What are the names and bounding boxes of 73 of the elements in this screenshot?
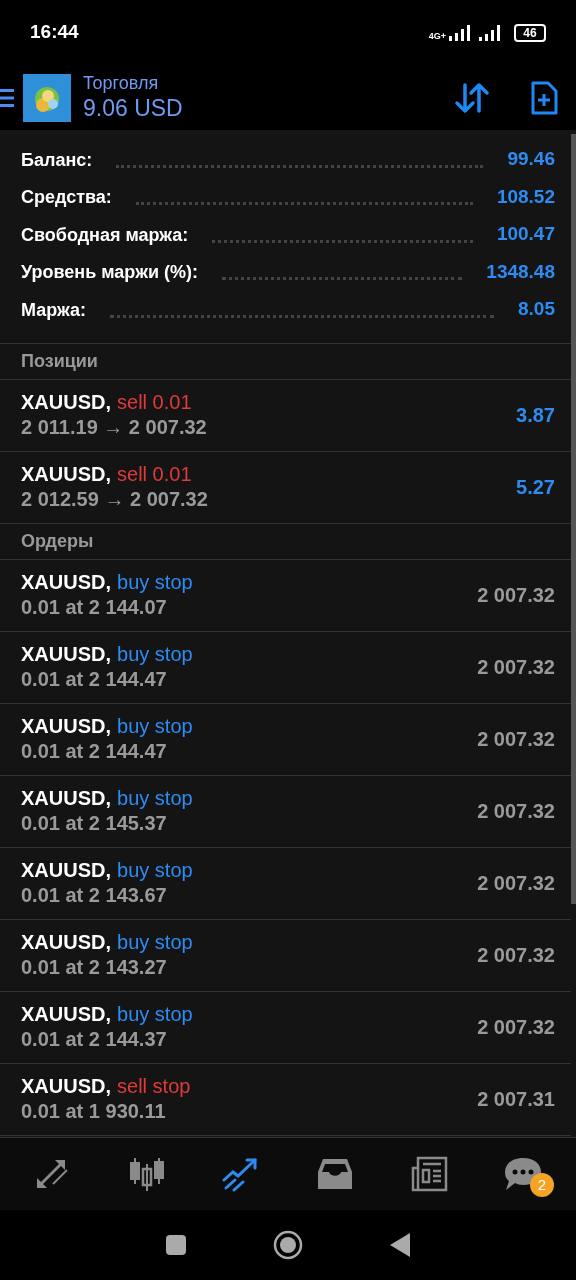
home-icon[interactable] <box>273 1230 303 1260</box>
summary-label: Маржа: <box>21 298 86 322</box>
price-detail: 0.01 at 2 143.27 <box>21 955 168 980</box>
order-type: buy stop <box>117 642 193 667</box>
current-price: 2 007.32 <box>477 727 555 752</box>
header-title: Торговля <box>83 71 160 95</box>
trade-row[interactable]: XAUUSD, sell stop 0.01 at 1 930.11 2 007.31 <box>0 1063 571 1136</box>
symbol-label: XAUUSD, <box>21 642 111 667</box>
summary-label: Средства: <box>21 186 112 209</box>
summary-value: 100.47 <box>496 222 555 246</box>
current-price: 2 007.32 <box>477 799 555 824</box>
section-header: Позиции <box>0 343 571 380</box>
price-detail: 0.01 at 2 145.37 <box>21 811 168 836</box>
current-price: 2 007.32 <box>477 1015 555 1040</box>
new-order-icon[interactable] <box>530 80 558 115</box>
price-detail: 0.01 at 1 930.11 <box>21 1099 167 1124</box>
recent-apps-icon[interactable] <box>165 1234 187 1256</box>
price-detail: 0.01 at 2 144.47 <box>21 739 168 764</box>
newspaper-icon[interactable] <box>409 1156 449 1192</box>
order-type: buy stop <box>117 858 193 883</box>
summary-label: Баланс: <box>21 148 93 172</box>
summary-value: 99.46 <box>507 147 555 171</box>
price-detail: 2 011.19 → 2 007.32 <box>21 415 208 440</box>
network-type: 4G+ <box>428 31 446 41</box>
symbol-label: XAUUSD, <box>21 1074 111 1099</box>
summary-value: 8.05 <box>518 297 555 321</box>
battery-level: 46 <box>514 23 546 42</box>
summary-label: Свободная маржа: <box>21 223 189 247</box>
summary-value: 1348.48 <box>486 259 555 284</box>
order-type: buy stop <box>117 570 193 595</box>
symbol-label: XAUUSD, <box>21 714 111 739</box>
symbol-label: XAUUSD, <box>21 786 111 811</box>
current-price: 2 007.32 <box>477 871 555 896</box>
order-type: buy stop <box>117 786 193 811</box>
order-type: buy stop <box>117 1002 193 1027</box>
price-detail: 0.01 at 2 144.37 <box>21 1027 168 1052</box>
trade-row[interactable]: XAUUSD, buy stop 0.01 at 2 143.67 2 007.32 <box>0 847 571 920</box>
price-detail: 0.01 at 2 144.07 <box>21 595 168 620</box>
order-type: buy stop <box>117 714 193 739</box>
order-type: sell 0.01 <box>117 462 192 487</box>
trade-row[interactable]: XAUUSD, buy stop 0.01 at 2 144.37 2 007.32 <box>0 991 571 1064</box>
section-header: Ордеры <box>0 523 571 560</box>
summary-label: Уровень маржи (%): <box>21 261 198 284</box>
notification-badge: 2 <box>530 1173 554 1197</box>
candlestick-icon[interactable] <box>127 1156 167 1192</box>
account-balance: 9.06 USD <box>83 94 183 124</box>
symbol-label: XAUUSD, <box>21 858 111 883</box>
summary-value: 108.52 <box>496 184 555 209</box>
app-logo <box>23 73 71 122</box>
inbox-icon[interactable] <box>315 1156 355 1192</box>
status-time: 16:44 <box>30 20 79 45</box>
symbol-label: XAUUSD, <box>21 570 111 595</box>
price-detail: 0.01 at 2 144.47 <box>21 667 168 692</box>
current-price: 2 007.32 <box>477 583 555 608</box>
current-price: 2 007.32 <box>477 943 555 968</box>
profit-value: 5.27 <box>516 475 555 500</box>
price-detail: 2 012.59 → 2 007.32 <box>21 487 209 512</box>
trade-row[interactable]: XAUUSD, buy stop 0.01 at 2 143.27 2 007.32 <box>0 919 571 992</box>
order-type: sell 0.01 <box>117 390 192 415</box>
back-icon[interactable] <box>389 1232 411 1258</box>
current-price: 2 007.32 <box>477 655 555 680</box>
symbol-label: XAUUSD, <box>21 462 111 487</box>
current-price: 2 007.31 <box>477 1087 555 1112</box>
signal-icon <box>448 24 472 41</box>
symbol-label: XAUUSD, <box>21 930 111 955</box>
symbol-label: XAUUSD, <box>21 1002 111 1027</box>
price-detail: 0.01 at 2 143.67 <box>21 883 168 908</box>
order-type: sell stop <box>117 1074 191 1099</box>
order-type: buy stop <box>117 930 193 955</box>
sort-icon[interactable] <box>454 81 490 114</box>
profit-value: 3.87 <box>516 403 555 428</box>
symbol-label: XAUUSD, <box>21 390 111 415</box>
menu-icon[interactable] <box>0 86 16 109</box>
